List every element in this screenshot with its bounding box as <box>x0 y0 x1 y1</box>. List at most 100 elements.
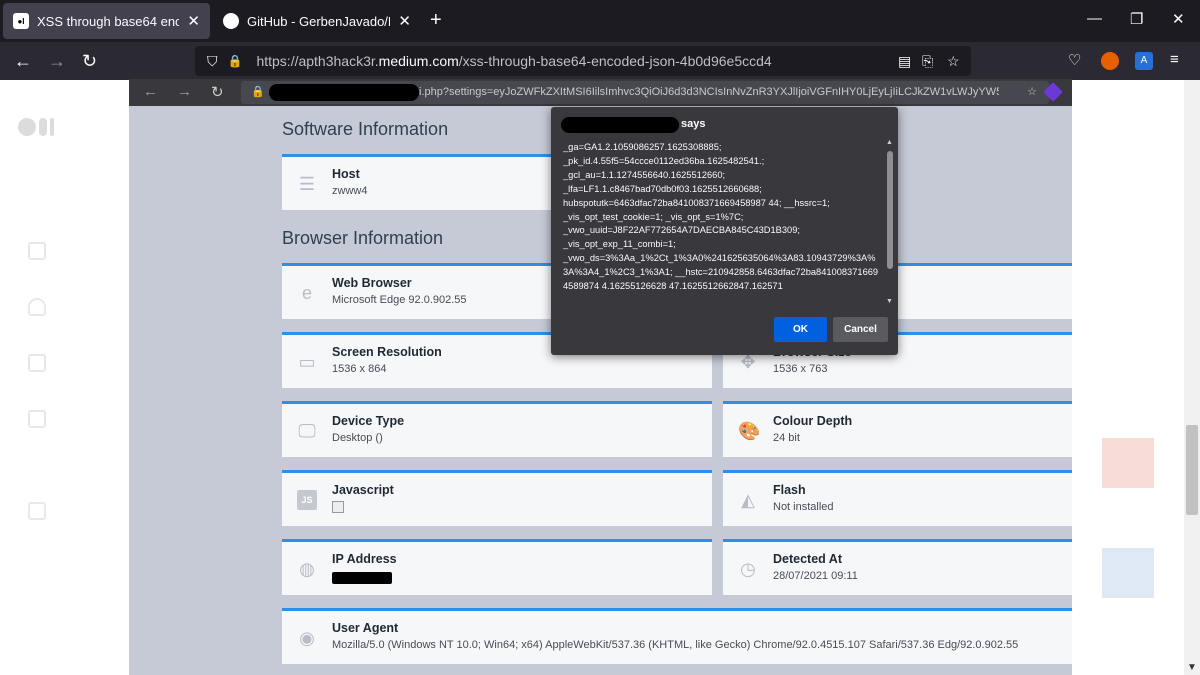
bookmark-star-icon[interactable]: ☆ <box>947 53 960 70</box>
inner-forward-icon: → <box>177 83 192 100</box>
translate-extension-icon[interactable]: A <box>1135 52 1153 70</box>
detected-at-card: ◷ Detected At 28/07/2021 09:11 <box>723 539 1072 595</box>
inner-address-bar: 🔒 i.php?settings=eyJoZWFkZXItMSI6IilsImh… <box>241 81 1049 104</box>
card-value: zwww4 <box>332 185 368 197</box>
card-title: Colour Depth <box>773 414 853 428</box>
inner-lock-icon: 🔒 <box>251 86 265 98</box>
address-bar[interactable]: ⛉ 🔒 https://apth3hack3r.medium.com/xss-t… <box>195 46 971 76</box>
lock-icon[interactable]: 🔒 <box>228 54 243 68</box>
tab-github[interactable]: GitHub - GerbenJavado/LinkFin ✕ <box>213 3 421 39</box>
card-title: Detected At <box>773 552 842 566</box>
dialog-title: says <box>681 118 706 130</box>
reload-icon[interactable]: ↻ <box>82 51 97 71</box>
card-title: User Agent <box>332 621 399 635</box>
close-icon[interactable]: ✕ <box>187 12 200 30</box>
scroll-down-icon[interactable]: ▼ <box>886 298 893 305</box>
dialog-scroll-thumb[interactable] <box>887 151 893 269</box>
pocket-icon[interactable]: ♡ <box>1068 51 1081 69</box>
ok-button[interactable]: OK <box>774 317 827 342</box>
scroll-up-icon[interactable]: ▲ <box>886 139 893 146</box>
back-icon[interactable]: ← <box>14 51 32 71</box>
write-icon[interactable] <box>28 502 46 520</box>
scrollbar-thumb[interactable] <box>1186 425 1198 515</box>
github-icon <box>223 13 239 29</box>
forward-icon[interactable]: → <box>48 51 66 71</box>
extension-icon[interactable]: x <box>1101 52 1119 70</box>
inner-toolbar: ← → ↻ 🔒 i.php?settings=eyJoZWFkZXItMSI6I… <box>129 79 1072 106</box>
minimize-icon[interactable]: — <box>1087 10 1102 27</box>
inner-url-text: i.php?settings=eyJoZWFkZXItMSI6IilsImhvc… <box>419 86 999 98</box>
close-icon[interactable]: ✕ <box>398 12 411 30</box>
page-scrollbar[interactable]: ▼ <box>1184 80 1200 675</box>
server-icon: ☰ <box>298 174 316 194</box>
flash-card: ◭ Flash Not installed <box>723 470 1072 526</box>
home-icon[interactable] <box>28 242 46 260</box>
card-value: Mozilla/5.0 (Windows NT 10.0; Win64; x64… <box>332 639 1019 651</box>
card-value: 1536 x 763 <box>773 363 828 375</box>
reader-view-icon[interactable]: ▤ <box>898 53 911 70</box>
tab-title: GitHub - GerbenJavado/LinkFin <box>247 13 390 29</box>
flash-icon: ◭ <box>741 490 755 510</box>
palette-icon: 🎨 <box>738 421 761 441</box>
redacted-origin <box>561 117 679 133</box>
card-title: Host <box>332 167 360 181</box>
recommended-thumbnail[interactable] <box>1102 438 1154 488</box>
restore-icon[interactable]: ❐ <box>1130 10 1143 28</box>
dialog-message[interactable]: _ga=GA1.2.1059086257.1625308885; _pk_id.… <box>563 141 879 304</box>
edge-icon: e <box>301 283 312 303</box>
menu-icon[interactable]: ≡ <box>1170 51 1179 68</box>
browser-section-title: Browser Information <box>282 228 444 248</box>
host-card: ☰ Host zwww4 <box>282 154 555 210</box>
medium-icon: ●I <box>13 13 29 29</box>
tab-bar: ●I XSS through base64 encoded JS ✕ GitHu… <box>0 0 1200 42</box>
window-close-icon[interactable]: ✕ <box>1172 10 1185 28</box>
tab-title: XSS through base64 encoded JS <box>37 13 180 29</box>
clock-icon: ◷ <box>740 559 756 579</box>
card-title: IP Address <box>332 552 397 566</box>
lists-icon[interactable] <box>28 354 46 372</box>
broken-image-icon <box>332 501 344 513</box>
tab-medium-article[interactable]: ●I XSS through base64 encoded JS ✕ <box>3 3 210 39</box>
card-title: Device Type <box>332 414 405 428</box>
software-section-title: Software Information <box>282 119 449 139</box>
shield-icon[interactable]: ⛉ <box>207 53 218 70</box>
card-title: Flash <box>773 483 806 497</box>
card-value: 1536 x 864 <box>332 363 387 375</box>
user-icon: ◉ <box>299 628 315 648</box>
desktop-icon: 🖵 <box>298 421 316 441</box>
dialog-scrollbar[interactable]: ▲ ▼ <box>885 139 895 305</box>
nav-bar: ← → ↻ ⛉ 🔒 https://apth3hack3r.medium.com… <box>0 42 1200 80</box>
medium-logo[interactable] <box>18 118 54 136</box>
card-title: Web Browser <box>332 276 412 290</box>
card-value: 24 bit <box>773 432 800 444</box>
translate-icon[interactable]: ⎘ <box>922 53 933 70</box>
notifications-icon[interactable] <box>28 298 46 316</box>
stories-icon[interactable] <box>28 410 46 428</box>
inner-reload-icon: ↻ <box>211 84 224 101</box>
user-agent-card: ◉ User Agent Mozilla/5.0 (Windows NT 10.… <box>282 608 1072 664</box>
js-icon: JS <box>297 490 317 510</box>
new-tab-button[interactable]: + <box>430 9 442 32</box>
scroll-down-icon[interactable]: ▼ <box>1187 662 1197 673</box>
inner-back-icon: ← <box>143 83 158 100</box>
url-text[interactable]: https://apth3hack3r.medium.com/xss-throu… <box>256 53 771 69</box>
card-value: Microsoft Edge 92.0.902.55 <box>332 294 467 306</box>
monitor-icon: ▭ <box>298 352 316 372</box>
article-screenshot: ← → ↻ 🔒 i.php?settings=eyJoZWFkZXItMSI6I… <box>129 79 1072 675</box>
redacted-ip <box>332 572 392 584</box>
inner-bookmark-icon: ☆ <box>1027 86 1037 98</box>
card-value: 28/07/2021 09:11 <box>773 570 858 582</box>
cancel-button[interactable]: Cancel <box>833 317 888 342</box>
device-type-card: 🖵 Device Type Desktop () <box>282 401 712 457</box>
javascript-card: JS Javascript <box>282 470 712 526</box>
card-title: Javascript <box>332 483 394 497</box>
resize-icon: ✥ <box>740 352 756 372</box>
alert-dialog: says _ga=GA1.2.1059086257.1625308885; _p… <box>551 107 898 355</box>
card-title: Screen Resolution <box>332 345 442 359</box>
card-value: Not installed <box>773 501 834 513</box>
redacted-domain <box>269 84 419 101</box>
ip-address-card: ◍ IP Address <box>282 539 712 595</box>
recommended-thumbnail[interactable] <box>1102 548 1154 598</box>
card-value: Desktop () <box>332 432 383 444</box>
colour-depth-card: 🎨 Colour Depth 24 bit <box>723 401 1072 457</box>
